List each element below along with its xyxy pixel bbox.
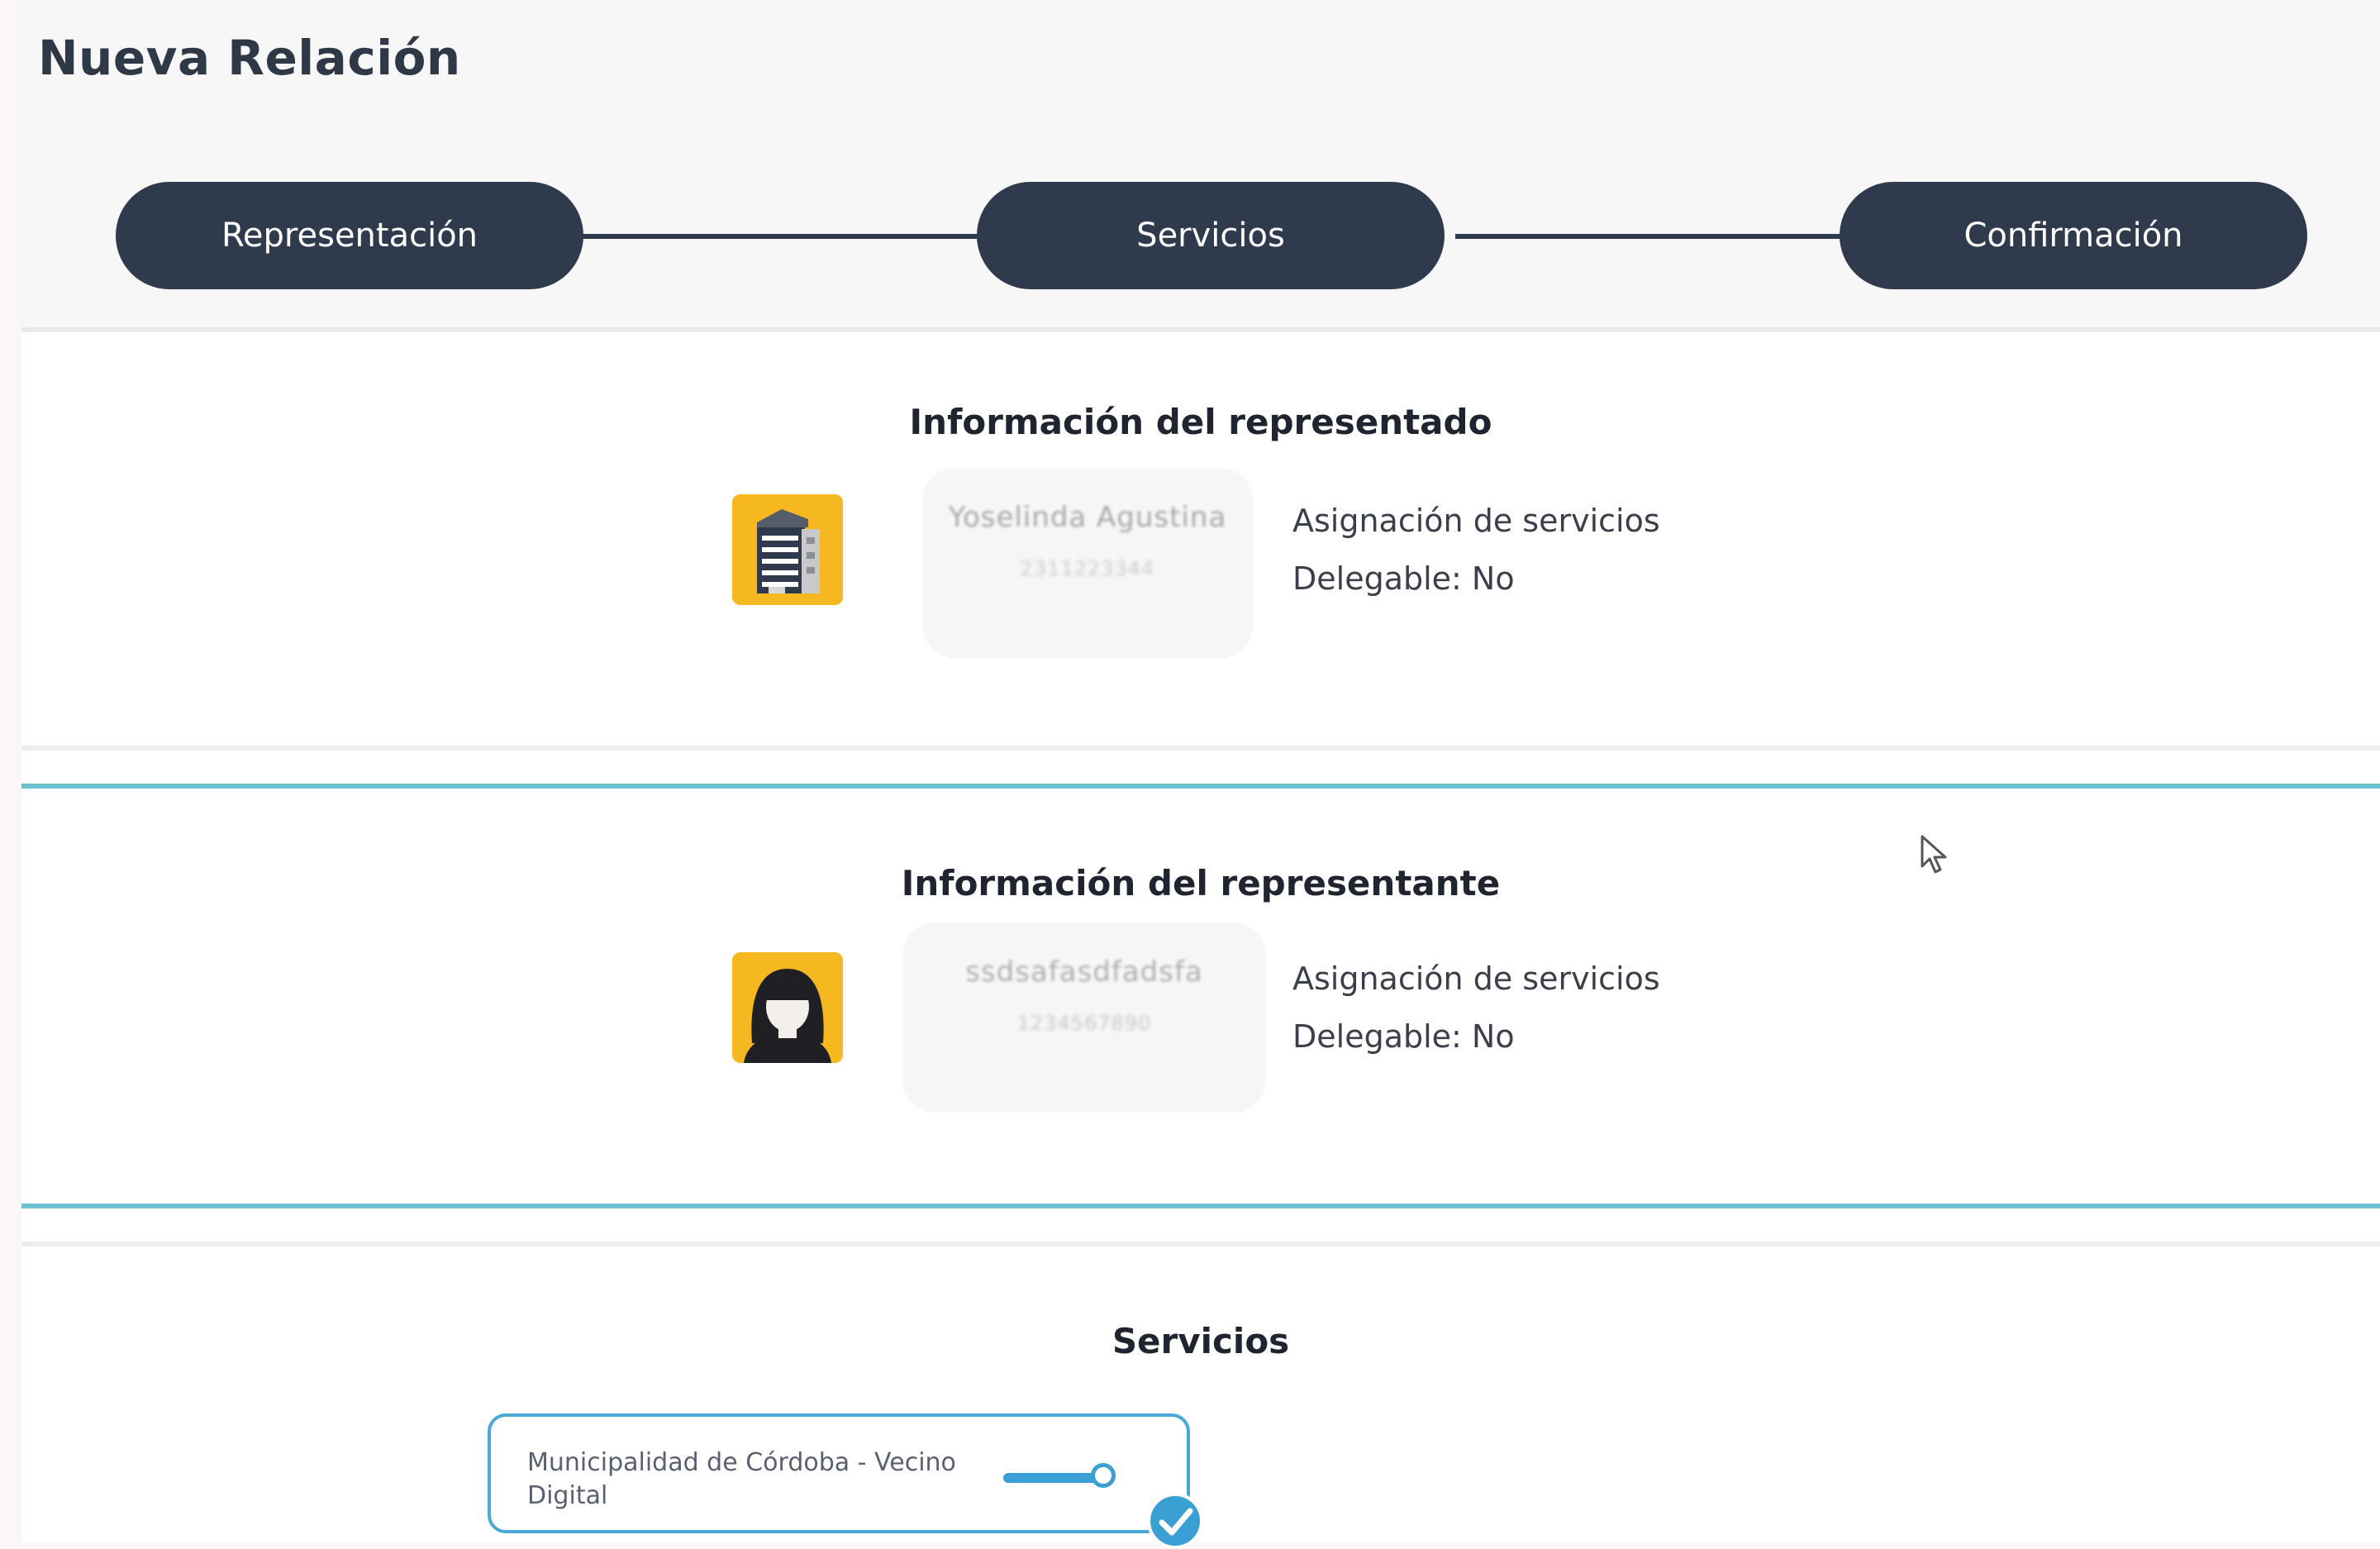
stepper: Representación Servicios Confirmación <box>21 182 2380 289</box>
represented-delegable: Delegable: No <box>1292 560 1515 597</box>
step-confirmacion[interactable]: Confirmación <box>1840 182 2307 289</box>
step-servicios[interactable]: Servicios <box>977 182 1445 289</box>
representative-id: 1234567890 <box>1016 1012 1152 1035</box>
service-label: Municipalidad de Córdoba - Vecino Digita… <box>527 1448 956 1510</box>
services-section: Servicios <box>21 1246 2380 1542</box>
representative-title: Información del representante <box>901 863 1501 903</box>
stepper-connector <box>559 234 1009 239</box>
representative-section: Información del representante ssdsafasdf… <box>21 789 2380 1202</box>
mouse-cursor-icon <box>1919 835 1952 876</box>
page-title: Nueva Relación <box>38 30 461 86</box>
services-title: Servicios <box>1111 1321 1290 1361</box>
representative-name: ssdsafasdfadsfa <box>965 956 1203 989</box>
service-toggle[interactable] <box>1003 1463 1119 1491</box>
service-card[interactable]: Municipalidad de Córdoba - Vecino Digita… <box>488 1413 1203 1549</box>
toggle-knob <box>1091 1463 1116 1488</box>
header-area: Nueva Relación Representación Servicios … <box>21 0 2380 332</box>
divider <box>21 746 2380 751</box>
representative-delegable: Delegable: No <box>1292 1018 1515 1055</box>
represented-id: 2311223344 <box>1020 557 1155 580</box>
page: Nueva Relación Representación Servicios … <box>21 0 2380 1549</box>
stepper-connector <box>1455 234 1877 239</box>
represented-title: Información del representado <box>909 402 1492 442</box>
building-icon <box>732 494 843 605</box>
woman-avatar-icon <box>732 952 843 1063</box>
redacted-identity: ssdsafasdfadsfa 1234567890 <box>902 922 1266 1113</box>
represented-name: Yoselinda Agustina <box>948 501 1227 534</box>
redacted-identity: Yoselinda Agustina 2311223344 <box>922 468 1253 658</box>
represented-assignment: Asignación de servicios <box>1292 503 1660 539</box>
represented-section: Información del representado Yoselinda A… <box>21 332 2380 746</box>
divider <box>21 1203 2380 1208</box>
check-icon <box>1147 1493 1203 1549</box>
representative-assignment: Asignación de servicios <box>1292 960 1660 997</box>
step-representacion[interactable]: Representación <box>116 182 583 289</box>
